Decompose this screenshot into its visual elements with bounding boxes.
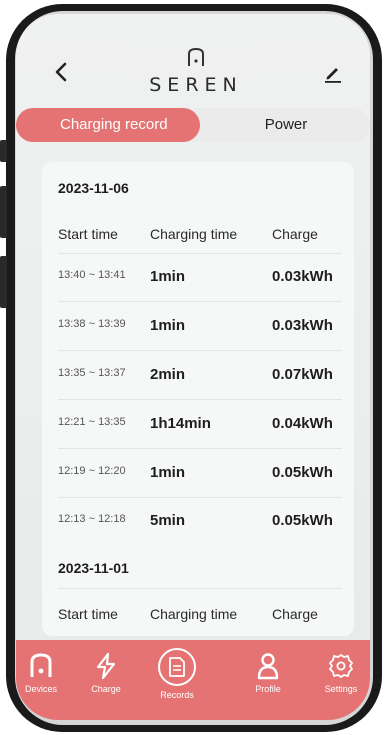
- records-card: 2023-11-06 Start time Charging time Char…: [42, 162, 354, 636]
- nav-label: Devices: [24, 684, 57, 694]
- devices-icon: [30, 653, 52, 677]
- row-charging-time: 1min: [150, 268, 186, 285]
- row-charge: 0.07kWh: [272, 366, 333, 383]
- column-header-charging-time: Charging time: [150, 606, 238, 622]
- row-charging-time: 1min: [150, 464, 186, 481]
- row-charge: 0.03kWh: [272, 317, 333, 334]
- app-screen: SEREN Charging record Power 2023-11-06 S…: [16, 14, 370, 720]
- tab-power[interactable]: Power: [206, 108, 366, 142]
- nav-label: Records: [160, 690, 194, 700]
- bottom-nav: Devices Charge Records Profile Settings: [16, 640, 370, 720]
- column-header-charge: Charge: [272, 226, 318, 242]
- row-start-time: 13:38 ~ 13:39: [58, 318, 126, 330]
- column-header-start-time: Start time: [58, 226, 118, 242]
- brand-logo: SEREN: [136, 46, 256, 102]
- logo-text: SEREN: [149, 74, 243, 96]
- logo-mark-icon: [188, 47, 204, 66]
- column-header-charge: Charge: [272, 606, 318, 622]
- row-start-time: 13:40 ~ 13:41: [58, 269, 126, 281]
- divider: [58, 497, 342, 498]
- row-start-time: 12:13 ~ 12:18: [58, 513, 126, 525]
- pencil-icon: [325, 68, 341, 83]
- row-charge: 0.05kWh: [272, 512, 333, 529]
- document-icon: [169, 657, 185, 677]
- nav-settings[interactable]: Settings: [308, 652, 370, 712]
- tab-charging-record[interactable]: Charging record: [16, 108, 200, 142]
- row-charge: 0.05kWh: [272, 464, 333, 481]
- row-charge: 0.03kWh: [272, 268, 333, 285]
- divider: [58, 350, 342, 351]
- date-header: 2023-11-01: [58, 560, 129, 576]
- person-icon: [257, 653, 279, 680]
- gear-icon: [329, 654, 353, 678]
- lightning-icon: [96, 652, 116, 680]
- side-button-volume-up: [0, 186, 7, 238]
- row-charging-time: 2min: [150, 366, 186, 383]
- back-button[interactable]: [50, 60, 74, 84]
- row-start-time: 12:21 ~ 13:35: [58, 416, 126, 428]
- divider: [58, 399, 342, 400]
- divider: [58, 588, 342, 589]
- side-button-mute: [0, 140, 7, 162]
- divider: [58, 253, 342, 254]
- divider: [58, 448, 342, 449]
- row-start-time: 13:35 ~ 13:37: [58, 367, 126, 379]
- chevron-left-icon: [55, 62, 67, 82]
- records-active-ring: [158, 648, 196, 686]
- nav-profile[interactable]: Profile: [235, 652, 301, 712]
- column-header-charging-time: Charging time: [150, 226, 238, 242]
- nav-records[interactable]: Records: [144, 648, 210, 712]
- nav-charge[interactable]: Charge: [73, 652, 139, 712]
- nav-label: Charge: [91, 684, 121, 694]
- row-charge: 0.04kWh: [272, 415, 333, 432]
- side-button-volume-down: [0, 256, 7, 308]
- row-charging-time: 5min: [150, 512, 186, 529]
- divider: [58, 301, 342, 302]
- row-charging-time: 1min: [150, 317, 186, 334]
- date-header: 2023-11-06: [58, 180, 129, 196]
- column-header-start-time: Start time: [58, 606, 118, 622]
- nav-label: Profile: [255, 684, 281, 694]
- nav-devices[interactable]: Devices: [16, 652, 74, 712]
- top-bar: SEREN: [16, 14, 370, 114]
- nav-label: Settings: [324, 684, 358, 694]
- record-tabs: Charging record Power: [16, 108, 370, 142]
- row-charging-time: 1h14min: [150, 415, 211, 432]
- edit-button[interactable]: [322, 62, 344, 84]
- row-start-time: 12:19 ~ 12:20: [58, 465, 126, 477]
